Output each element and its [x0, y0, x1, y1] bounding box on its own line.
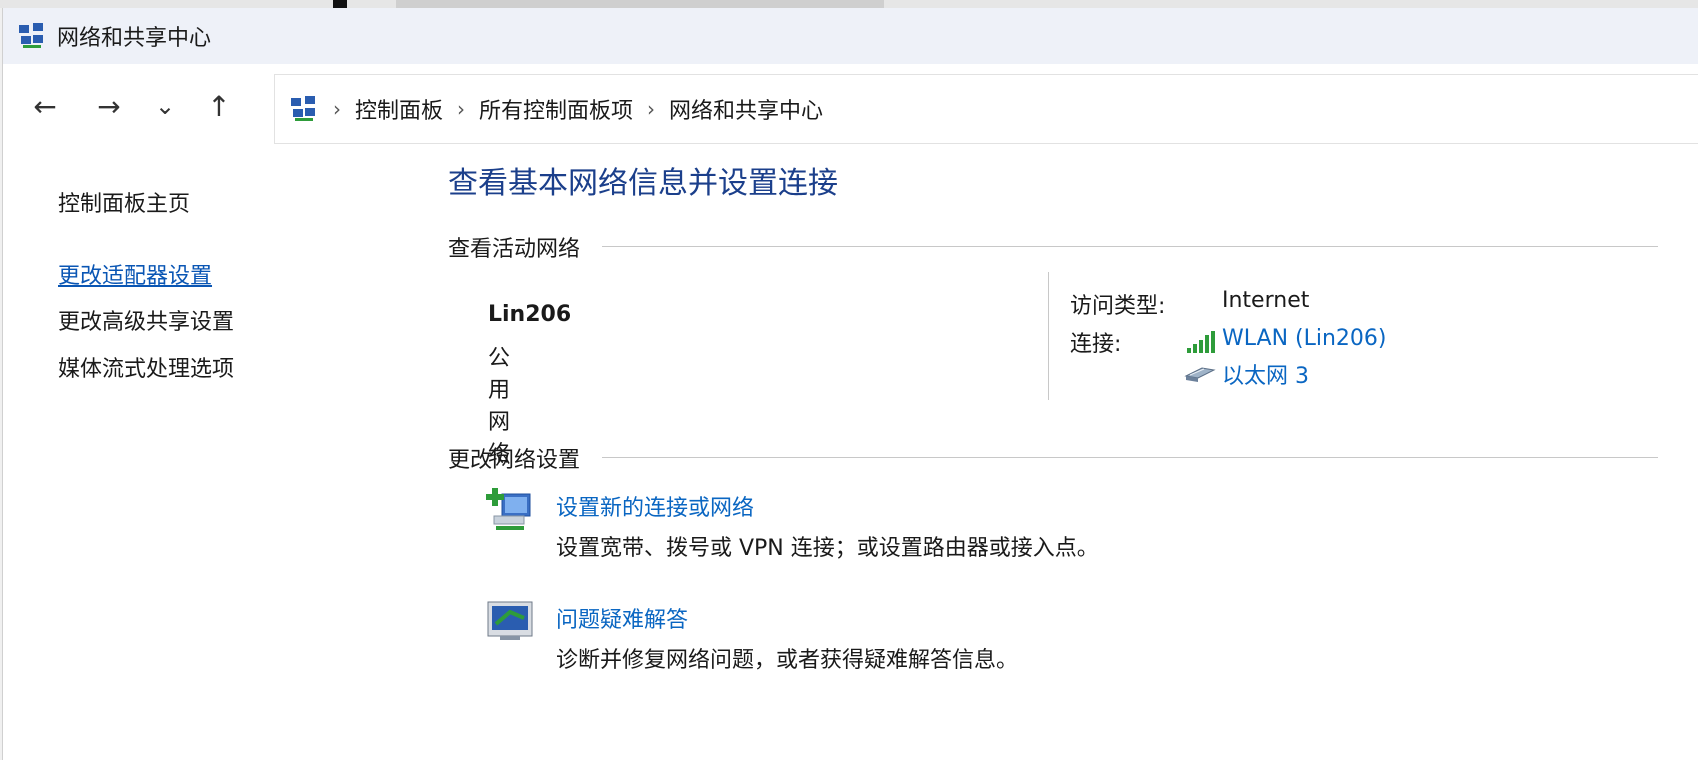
- connection-link-wlan[interactable]: WLAN (Lin206): [1222, 326, 1386, 351]
- breadcrumb-control-panel[interactable]: 控制面板: [355, 93, 443, 125]
- change-settings-section-title: 更改网络设置: [448, 448, 581, 473]
- troubleshoot-link[interactable]: 问题疑难解答: [556, 602, 688, 634]
- background-window-edge: [333, 0, 347, 8]
- troubleshoot-icon: [487, 601, 533, 640]
- chevron-right-icon: ›: [333, 97, 341, 121]
- section-divider: [602, 246, 1658, 247]
- network-center-icon: [19, 23, 43, 48]
- sidebar-item-adapter-settings[interactable]: 更改适配器设置: [58, 258, 212, 290]
- window-title: 网络和共享中心: [57, 26, 212, 51]
- back-button[interactable]: ←: [23, 84, 67, 128]
- title-bar: 网络和共享中心: [3, 8, 1698, 64]
- sidebar-item-control-panel-home[interactable]: 控制面板主页: [58, 186, 190, 218]
- network-name: Lin206: [488, 302, 572, 327]
- access-type-label: 访问类型:: [1070, 294, 1166, 319]
- new-connection-icon: [486, 488, 531, 530]
- page-title: 查看基本网络信息并设置连接: [448, 166, 838, 201]
- ethernet-icon: [1184, 367, 1216, 382]
- wifi-signal-icon: [1187, 331, 1215, 353]
- sidebar-item-advanced-sharing[interactable]: 更改高级共享设置: [58, 304, 234, 336]
- background-window-tab: [396, 0, 884, 8]
- chevron-right-icon: ›: [647, 97, 656, 121]
- chevron-right-icon: ›: [457, 97, 466, 121]
- breadcrumb-network-center[interactable]: 网络和共享中心: [669, 93, 823, 125]
- access-type-value: Internet: [1222, 288, 1310, 313]
- background-strip: [0, 0, 1698, 8]
- section-divider: [602, 457, 1658, 458]
- connection-link-ethernet[interactable]: 以太网 3: [1222, 358, 1309, 390]
- up-button[interactable]: ↑: [197, 84, 241, 128]
- vertical-divider: [1048, 272, 1049, 400]
- setup-new-connection-link[interactable]: 设置新的连接或网络: [556, 490, 754, 522]
- active-network-section-title: 查看活动网络: [448, 237, 581, 262]
- setup-new-connection-description: 设置宽带、拨号或 VPN 连接；或设置路由器或接入点。: [556, 536, 1099, 561]
- breadcrumb-all-items[interactable]: 所有控制面板项: [479, 93, 633, 125]
- connections-label: 连接:: [1070, 332, 1122, 357]
- forward-button[interactable]: →: [87, 84, 131, 128]
- address-bar[interactable]: › 控制面板 › 所有控制面板项 › 网络和共享中心: [274, 74, 1698, 144]
- troubleshoot-description: 诊断并修复网络问题，或者获得疑难解答信息。: [556, 648, 1019, 673]
- recent-locations-button[interactable]: ⌄: [143, 84, 187, 128]
- network-center-icon: [291, 96, 315, 121]
- sidebar-item-media-streaming[interactable]: 媒体流式处理选项: [58, 351, 234, 383]
